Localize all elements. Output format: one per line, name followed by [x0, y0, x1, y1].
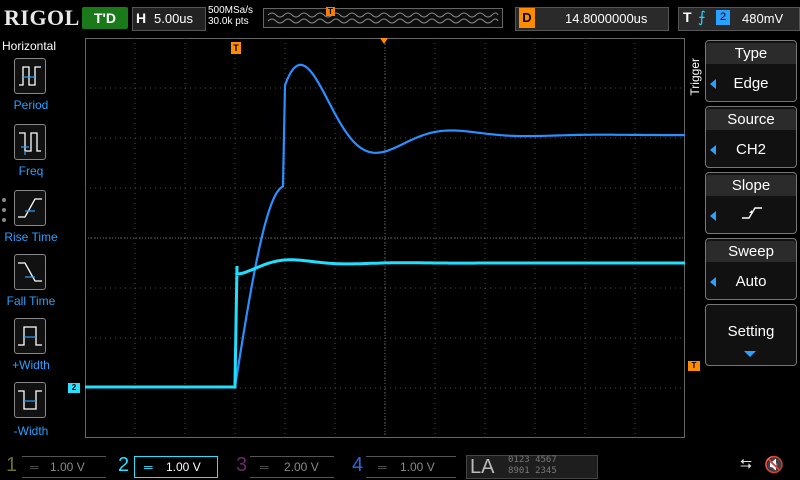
- ch1-scale: 1.00 V: [50, 460, 85, 474]
- trigger-menu-label: Trigger: [688, 58, 702, 96]
- memory-depth: 30.0k pts: [208, 16, 249, 27]
- period-icon: [19, 66, 41, 86]
- ch2-number[interactable]: 2: [118, 454, 129, 477]
- la-bits-top: 0123 4567: [508, 455, 557, 465]
- memory-overview-strip[interactable]: [263, 8, 503, 28]
- ch3-coupling-icon: ═: [260, 460, 269, 474]
- trigger-level-marker[interactable]: T: [688, 361, 700, 371]
- ch4-scale: 1.00 V: [400, 460, 435, 474]
- trigger-source-value: CH2: [735, 141, 766, 158]
- memory-overview-waveform-icon: [267, 12, 499, 24]
- left-arrow-icon: [710, 211, 716, 221]
- trigger-sweep-value: Auto: [735, 273, 767, 290]
- chevron-down-icon: [744, 351, 756, 357]
- ch2-coupling-icon: ═: [144, 460, 153, 474]
- trigger-key-label: T: [683, 9, 692, 25]
- timebase-value: 5.00us: [154, 11, 194, 26]
- speaker-muted-icon[interactable]: 🔇: [764, 455, 784, 475]
- rising-edge-icon: ⨍: [698, 9, 706, 26]
- negative-width-icon: [18, 390, 42, 410]
- rise-time-icon: [18, 198, 42, 218]
- memory-trigger-marker: T: [326, 7, 335, 16]
- positive-width-button[interactable]: [14, 318, 46, 354]
- negative-width-button[interactable]: [14, 382, 46, 418]
- rising-edge-slope-icon: [742, 207, 762, 219]
- trigger-type-value: Edge: [733, 75, 769, 92]
- trigger-sweep-button[interactable]: Sweep Auto: [705, 238, 797, 300]
- trigger-source-button[interactable]: Source CH2: [705, 106, 797, 168]
- trigger-slope-title: Slope: [706, 175, 796, 196]
- trigger-status-badge[interactable]: T'D: [82, 7, 128, 29]
- trigger-type-button[interactable]: Type Edge: [705, 40, 797, 102]
- trigger-position-marker[interactable]: T: [231, 42, 241, 54]
- usb-icon: ⮀: [740, 456, 753, 473]
- ch1-coupling-icon: ═: [30, 460, 39, 474]
- positive-width-label: +Width: [12, 358, 50, 372]
- positive-width-icon: [18, 326, 42, 346]
- ch1-number[interactable]: 1: [6, 454, 17, 477]
- sample-rate: 500MSa/s: [208, 5, 254, 16]
- waveform-display[interactable]: [85, 38, 685, 438]
- trigger-slope-button[interactable]: Slope: [705, 172, 797, 234]
- trigger-level-value: 480mV: [742, 11, 784, 26]
- brand-logo: RIGOL: [4, 5, 80, 30]
- fall-time-label: Fall Time: [6, 294, 56, 308]
- graticule: [85, 38, 685, 438]
- period-button[interactable]: [14, 58, 46, 94]
- period-label: Period: [13, 98, 49, 112]
- page-dot: [2, 208, 6, 212]
- freq-icon: [19, 132, 41, 155]
- delay-value: 14.8000000us: [565, 11, 648, 26]
- ch4-coupling-icon: ═: [378, 460, 387, 474]
- trigger-setting-button[interactable]: Setting: [705, 304, 797, 366]
- trigger-source-title: Source: [706, 109, 796, 130]
- fall-time-icon: [18, 262, 42, 282]
- la-label: LA: [470, 456, 495, 478]
- center-time-marker: [380, 38, 388, 44]
- rise-time-label: Rise Time: [4, 230, 58, 244]
- ch4-number[interactable]: 4: [352, 454, 363, 477]
- la-bits-bottom: 8901 2345: [508, 466, 557, 476]
- ch3-number[interactable]: 3: [236, 454, 247, 477]
- horizontal-key-label: H: [136, 10, 147, 26]
- page-dot: [2, 218, 6, 222]
- ch3-scale: 2.00 V: [284, 460, 319, 474]
- trigger-sweep-title: Sweep: [706, 241, 796, 262]
- page-dot: [2, 198, 6, 202]
- rise-time-button[interactable]: [14, 190, 46, 226]
- freq-button[interactable]: [14, 124, 46, 160]
- left-menu-title: Horizontal: [2, 39, 57, 53]
- negative-width-label: -Width: [13, 424, 49, 438]
- trigger-type-title: Type: [706, 43, 796, 64]
- ch2-scale: 1.00 V: [166, 460, 201, 474]
- freq-label: Freq: [18, 164, 44, 178]
- trigger-setting-label: Setting: [727, 323, 775, 340]
- trigger-source-badge: 2: [716, 10, 730, 25]
- fall-time-button[interactable]: [14, 254, 46, 290]
- delay-key-label: D: [519, 8, 535, 28]
- ch2-ground-marker[interactable]: 2: [68, 383, 80, 393]
